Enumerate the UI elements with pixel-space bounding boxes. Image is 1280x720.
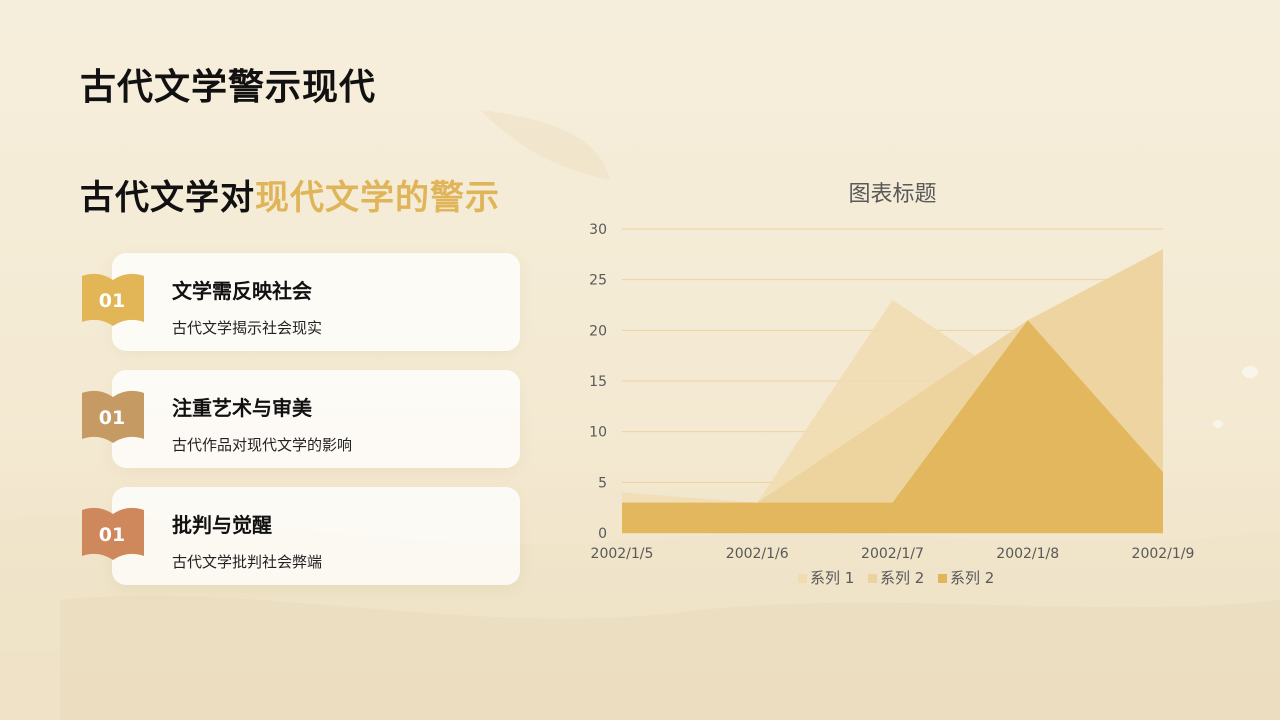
subtitle-highlight: 现代文学的警示 <box>255 178 500 218</box>
subtitle-plain: 古代文学对 <box>80 178 255 218</box>
y-tick-label: 10 <box>589 425 607 441</box>
card-description: 古代文学揭示社会现实 <box>172 319 323 337</box>
point-card: 01 注重艺术与审美 古代作品对现代文学的影响 <box>80 370 520 468</box>
card-title: 批判与觉醒 <box>172 513 272 537</box>
x-tick-label: 2002/1/9 <box>1132 546 1195 562</box>
card-description: 古代作品对现代文学的影响 <box>172 436 353 454</box>
legend-swatch <box>798 574 807 583</box>
book-icon: 01 <box>80 506 146 566</box>
card-number: 01 <box>98 524 126 546</box>
legend-label: 系列 2 <box>880 569 924 587</box>
card-description: 古代文学批判社会弊端 <box>172 553 323 571</box>
legend-swatch <box>868 574 877 583</box>
y-tick-label: 15 <box>589 374 607 390</box>
legend-swatch <box>938 574 947 583</box>
point-list: 01 文学需反映社会 古代文学揭示社会现实 01 注重艺术与审美 古代作品对现代… <box>80 253 520 604</box>
card-title: 文学需反映社会 <box>172 279 312 303</box>
area-chart: 图表标题 0 5 10 15 20 25 30 系列 1 系列 2 系列 2 2002/1/5 2002… <box>580 165 1220 615</box>
y-tick-label: 20 <box>589 323 607 339</box>
book-icon: 01 <box>80 272 146 332</box>
point-card: 01 文学需反映社会 古代文学揭示社会现实 <box>80 253 520 351</box>
chart-title: 图表标题 <box>848 182 936 207</box>
legend-label: 系列 1 <box>810 569 854 587</box>
x-tick-label: 2002/1/6 <box>726 546 789 562</box>
legend-label: 系列 2 <box>950 569 994 587</box>
card-title: 注重艺术与审美 <box>172 396 312 420</box>
book-icon: 01 <box>80 389 146 449</box>
x-tick-label: 2002/1/8 <box>996 546 1059 562</box>
x-tick-label: 2002/1/5 <box>591 546 654 562</box>
y-tick-label: 25 <box>589 273 607 289</box>
x-tick-label: 2002/1/7 <box>861 546 924 562</box>
y-tick-label: 30 <box>589 222 607 238</box>
y-tick-label: 0 <box>598 526 607 542</box>
card-number: 01 <box>98 290 126 312</box>
point-card: 01 批判与觉醒 古代文学批判社会弊端 <box>80 487 520 585</box>
card-number: 01 <box>98 407 126 429</box>
y-tick-label: 5 <box>598 475 607 491</box>
page-title: 古代文学警示现代 <box>80 67 377 108</box>
section-subtitle: 古代文学对现代文学的警示 <box>80 170 500 219</box>
